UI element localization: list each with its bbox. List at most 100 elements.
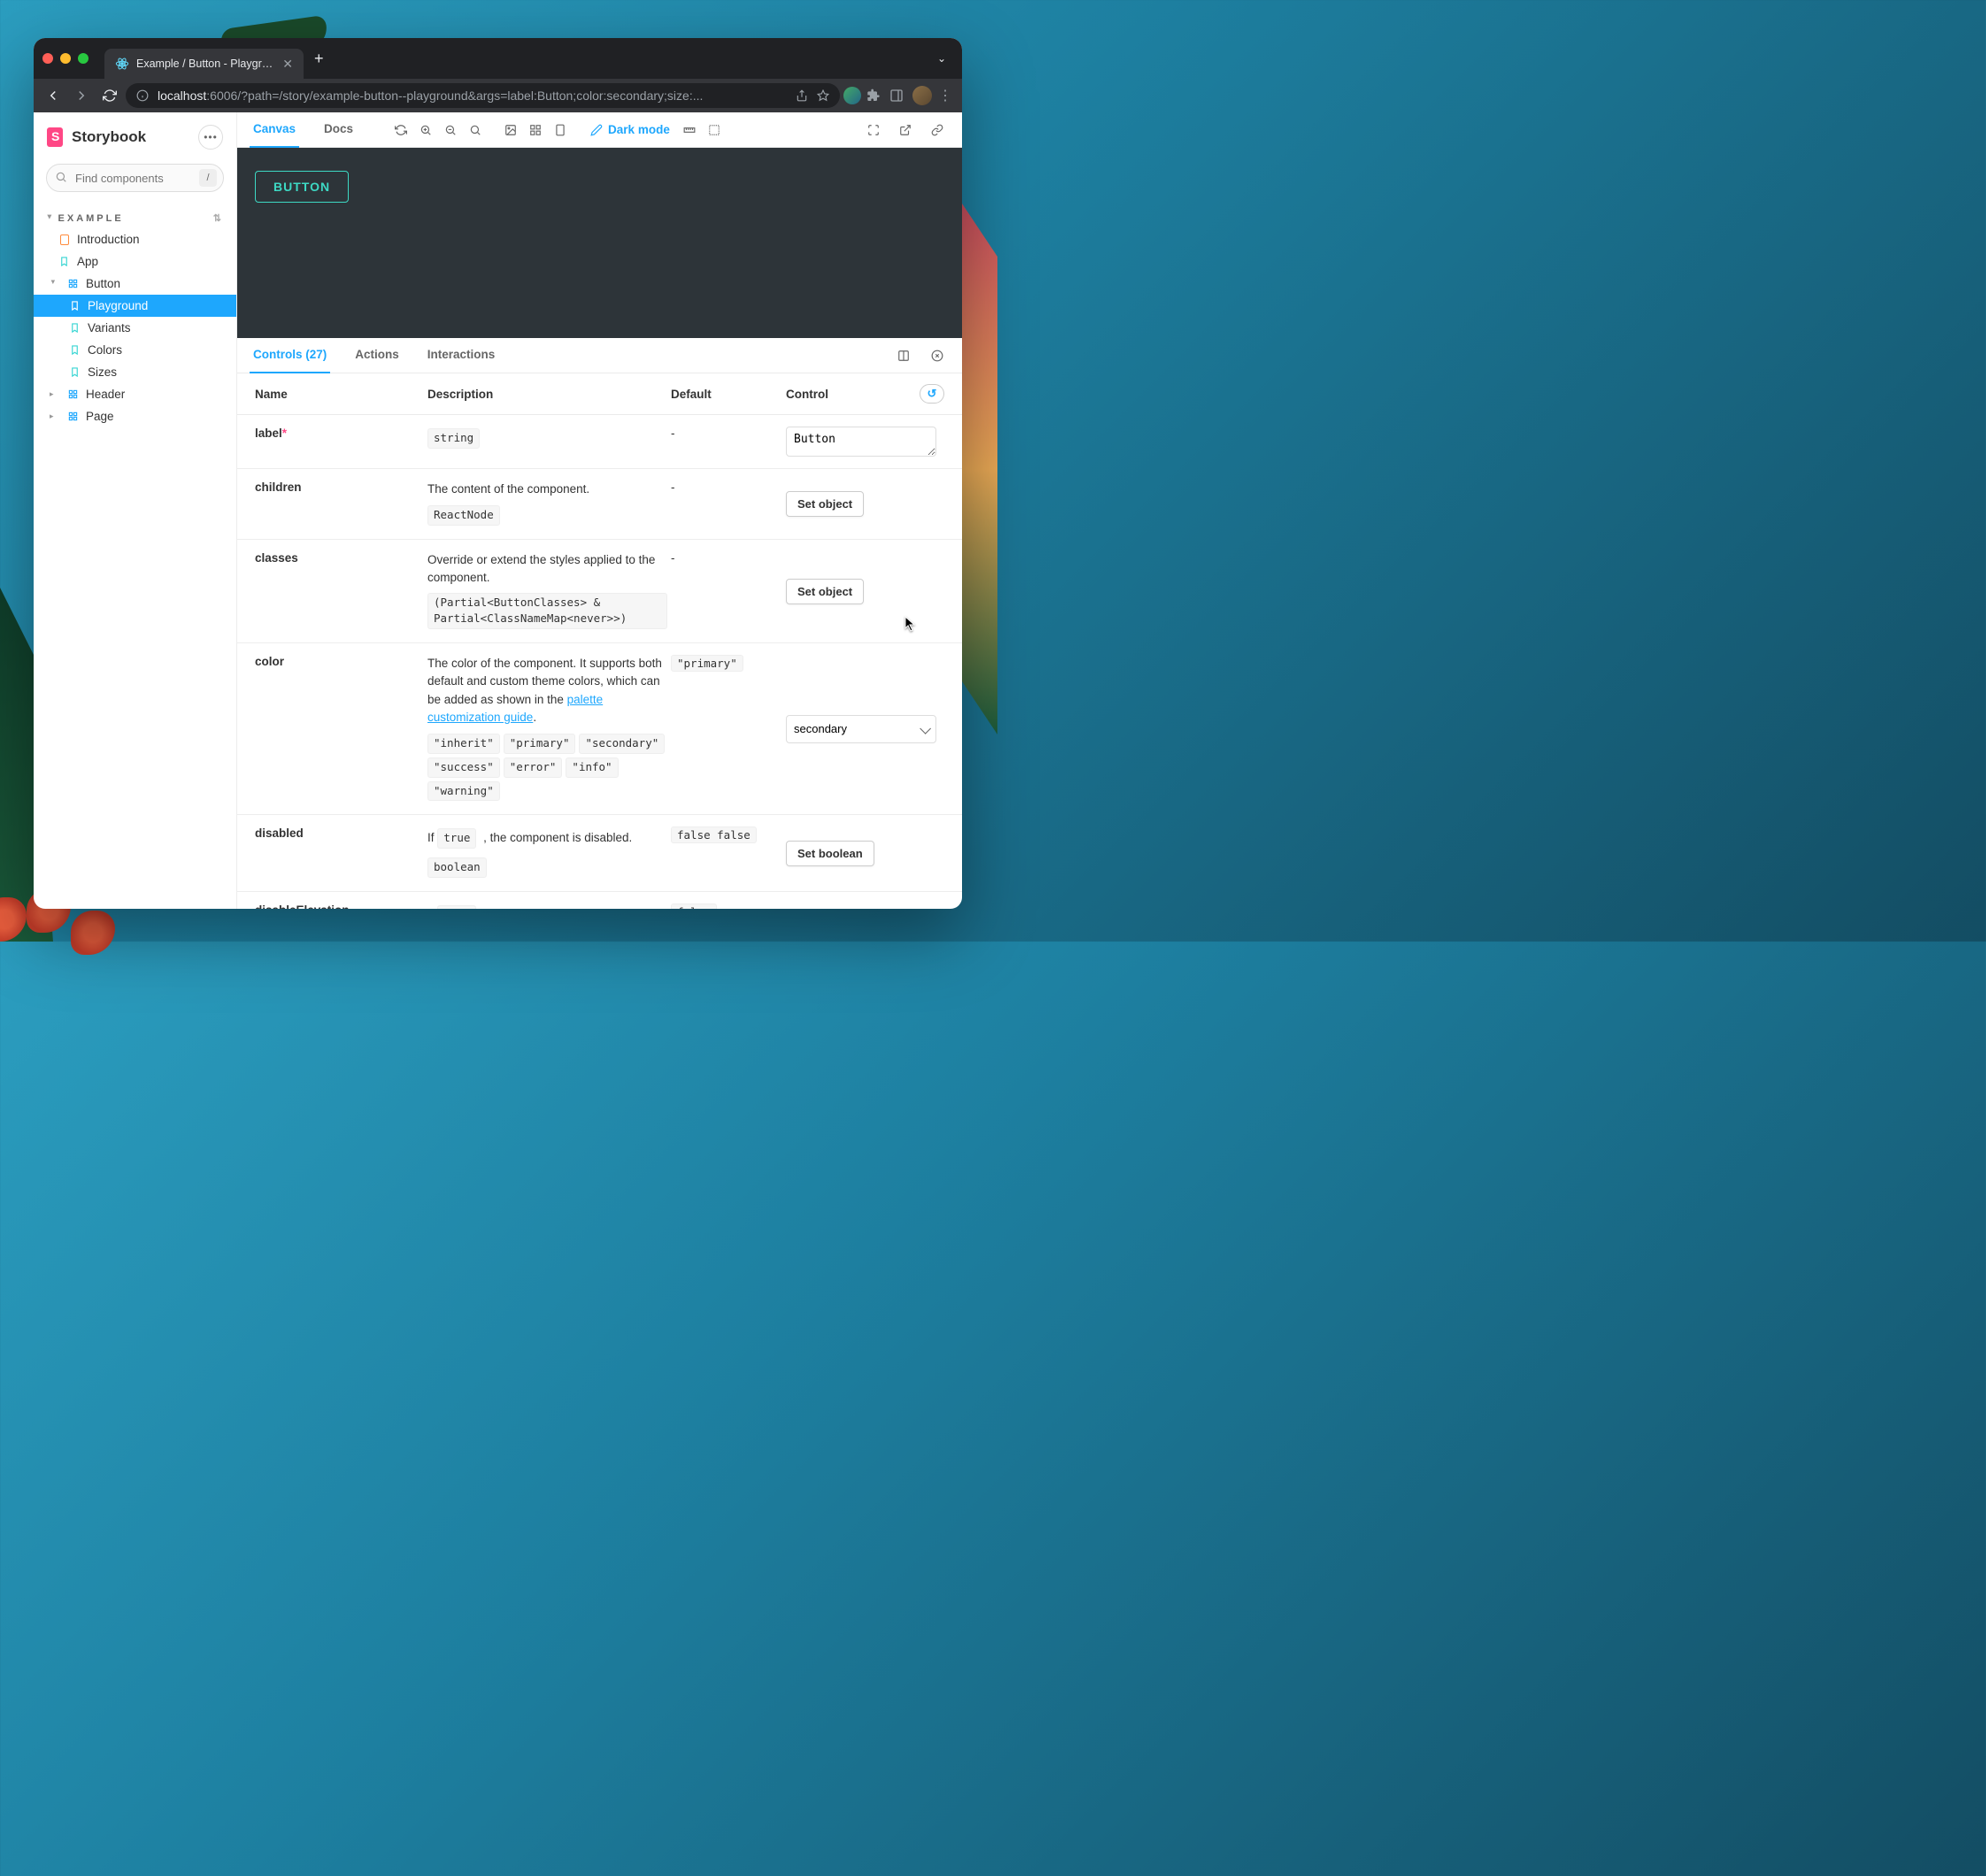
search-icon	[55, 171, 67, 183]
reload-button[interactable]	[97, 83, 122, 108]
color-options-list: "inherit""primary""secondary" "success""e…	[427, 732, 671, 803]
addon-tab-actions[interactable]: Actions	[351, 338, 403, 373]
sidebar-item-playground[interactable]: Playground	[34, 295, 236, 317]
fullscreen-icon[interactable]	[861, 118, 886, 142]
sidebar-item-header[interactable]: ▸ Header	[34, 383, 236, 405]
header-name: Name	[255, 388, 427, 401]
storybook-logo-icon	[47, 127, 63, 147]
tab-canvas[interactable]: Canvas	[250, 112, 299, 148]
chevron-down-icon: ▸	[44, 215, 54, 222]
set-object-button-classes[interactable]: Set object	[786, 579, 864, 604]
site-info-icon[interactable]	[136, 89, 149, 102]
control-input-label[interactable]: Button	[786, 427, 936, 457]
back-button[interactable]	[41, 83, 65, 108]
browser-tab[interactable]: Example / Button - Playground ✕	[104, 49, 304, 79]
preview-canvas: BUTTON	[237, 148, 962, 338]
measure-icon[interactable]	[677, 118, 702, 142]
control-row-color: color The color of the component. It sup…	[237, 643, 962, 815]
tab-docs[interactable]: Docs	[320, 112, 357, 148]
extension-icon-1[interactable]	[843, 87, 863, 104]
outline-icon[interactable]	[702, 118, 727, 142]
control-row-children: children The content of the component. R…	[237, 469, 962, 540]
panel-icon[interactable]	[889, 88, 909, 103]
sidebar-menu-button[interactable]: •••	[198, 125, 223, 150]
new-tab-button[interactable]: +	[314, 50, 324, 68]
required-indicator: *	[282, 427, 287, 440]
preview-toolbar: Canvas Docs Dark mode	[237, 112, 962, 148]
sidebar-group-example[interactable]: ▸ EXAMPLE ⇅	[34, 208, 236, 228]
sidebar-item-variants[interactable]: Variants	[34, 317, 236, 339]
browser-window: Example / Button - Playground ✕ + ⌄ loca…	[34, 38, 962, 909]
pencil-icon	[590, 124, 603, 136]
chevron-right-icon: ▸	[50, 389, 57, 399]
control-row-classes: classes Override or extend the styles ap…	[237, 540, 962, 643]
sidebar-tree: ▸ EXAMPLE ⇅ Introduction App ▸ Button	[34, 197, 236, 438]
demo-button[interactable]: BUTTON	[255, 171, 349, 203]
sidebar-item-introduction[interactable]: Introduction	[34, 228, 236, 250]
color-option-chip: "secondary"	[579, 734, 665, 754]
sidebar-item-page[interactable]: ▸ Page	[34, 405, 236, 427]
addon-tab-interactions[interactable]: Interactions	[424, 338, 499, 373]
dark-mode-toggle[interactable]: Dark mode	[590, 123, 670, 136]
control-select-color[interactable]: secondary	[786, 715, 936, 743]
window-maximize[interactable]	[78, 53, 89, 64]
share-icon[interactable]	[796, 89, 808, 102]
star-icon[interactable]	[817, 89, 829, 102]
header-control: Control	[786, 388, 828, 401]
search-input[interactable]	[46, 164, 224, 192]
zoom-reset-icon[interactable]	[463, 118, 488, 142]
sidebar-item-sizes[interactable]: Sizes	[34, 361, 236, 383]
close-icon[interactable]: ✕	[282, 57, 293, 72]
forward-button[interactable]	[69, 83, 94, 108]
remount-icon[interactable]	[389, 118, 413, 142]
story-icon	[69, 366, 81, 378]
color-option-chip: "info"	[566, 757, 618, 778]
addon-panel-position-icon[interactable]	[891, 343, 916, 368]
chevron-right-icon: ▸	[50, 411, 57, 421]
sidebar: Storybook ••• / ▸ EXAMPLE ⇅ Introduction	[34, 112, 237, 909]
background-icon[interactable]	[498, 118, 523, 142]
open-new-tab-icon[interactable]	[893, 118, 918, 142]
tabs-menu-icon[interactable]: ⌄	[937, 52, 946, 65]
addon-tab-controls[interactable]: Controls (27)	[250, 338, 330, 373]
url-input[interactable]: localhost:6006/?path=/story/example-butt…	[126, 83, 840, 108]
copy-link-icon[interactable]	[925, 118, 950, 142]
sidebar-item-app[interactable]: App	[34, 250, 236, 273]
menu-icon[interactable]: ⋮	[935, 87, 955, 104]
viewport-icon[interactable]	[548, 118, 573, 142]
addon-tabs: Controls (27) Actions Interactions	[237, 338, 962, 373]
color-option-chip: "error"	[504, 757, 563, 778]
profile-avatar[interactable]	[912, 86, 932, 105]
search-shortcut-badge: /	[199, 169, 217, 187]
color-option-chip: "inherit"	[427, 734, 500, 754]
extensions-icon[interactable]	[866, 88, 886, 103]
sidebar-item-colors[interactable]: Colors	[34, 339, 236, 361]
reset-controls-button[interactable]: ↺	[920, 384, 944, 404]
color-option-chip: "primary"	[504, 734, 576, 754]
story-icon	[58, 256, 70, 267]
controls-panel: Name Description Default Control ↺ label…	[237, 373, 962, 909]
color-option-chip: "success"	[427, 757, 500, 778]
react-icon	[115, 57, 129, 71]
sort-icon[interactable]: ⇅	[213, 212, 224, 224]
story-icon	[69, 322, 81, 334]
window-close[interactable]	[42, 53, 53, 64]
story-icon	[69, 344, 81, 356]
addon-panel-close-icon[interactable]	[925, 343, 950, 368]
header-default: Default	[671, 388, 786, 401]
window-minimize[interactable]	[60, 53, 71, 64]
tab-title: Example / Button - Playground	[136, 58, 275, 70]
chevron-down-icon: ▸	[49, 281, 58, 288]
sidebar-item-button[interactable]: ▸ Button	[34, 273, 236, 295]
header-description: Description	[427, 388, 671, 401]
story-icon	[69, 300, 81, 311]
zoom-in-icon[interactable]	[413, 118, 438, 142]
url-text: localhost:6006/?path=/story/example-butt…	[158, 88, 787, 103]
component-icon	[67, 411, 79, 422]
zoom-out-icon[interactable]	[438, 118, 463, 142]
set-object-button-children[interactable]: Set object	[786, 491, 864, 517]
brand-name: Storybook	[72, 128, 146, 146]
grid-icon[interactable]	[523, 118, 548, 142]
component-icon	[67, 388, 79, 400]
set-boolean-button-disabled[interactable]: Set boolean	[786, 841, 874, 866]
